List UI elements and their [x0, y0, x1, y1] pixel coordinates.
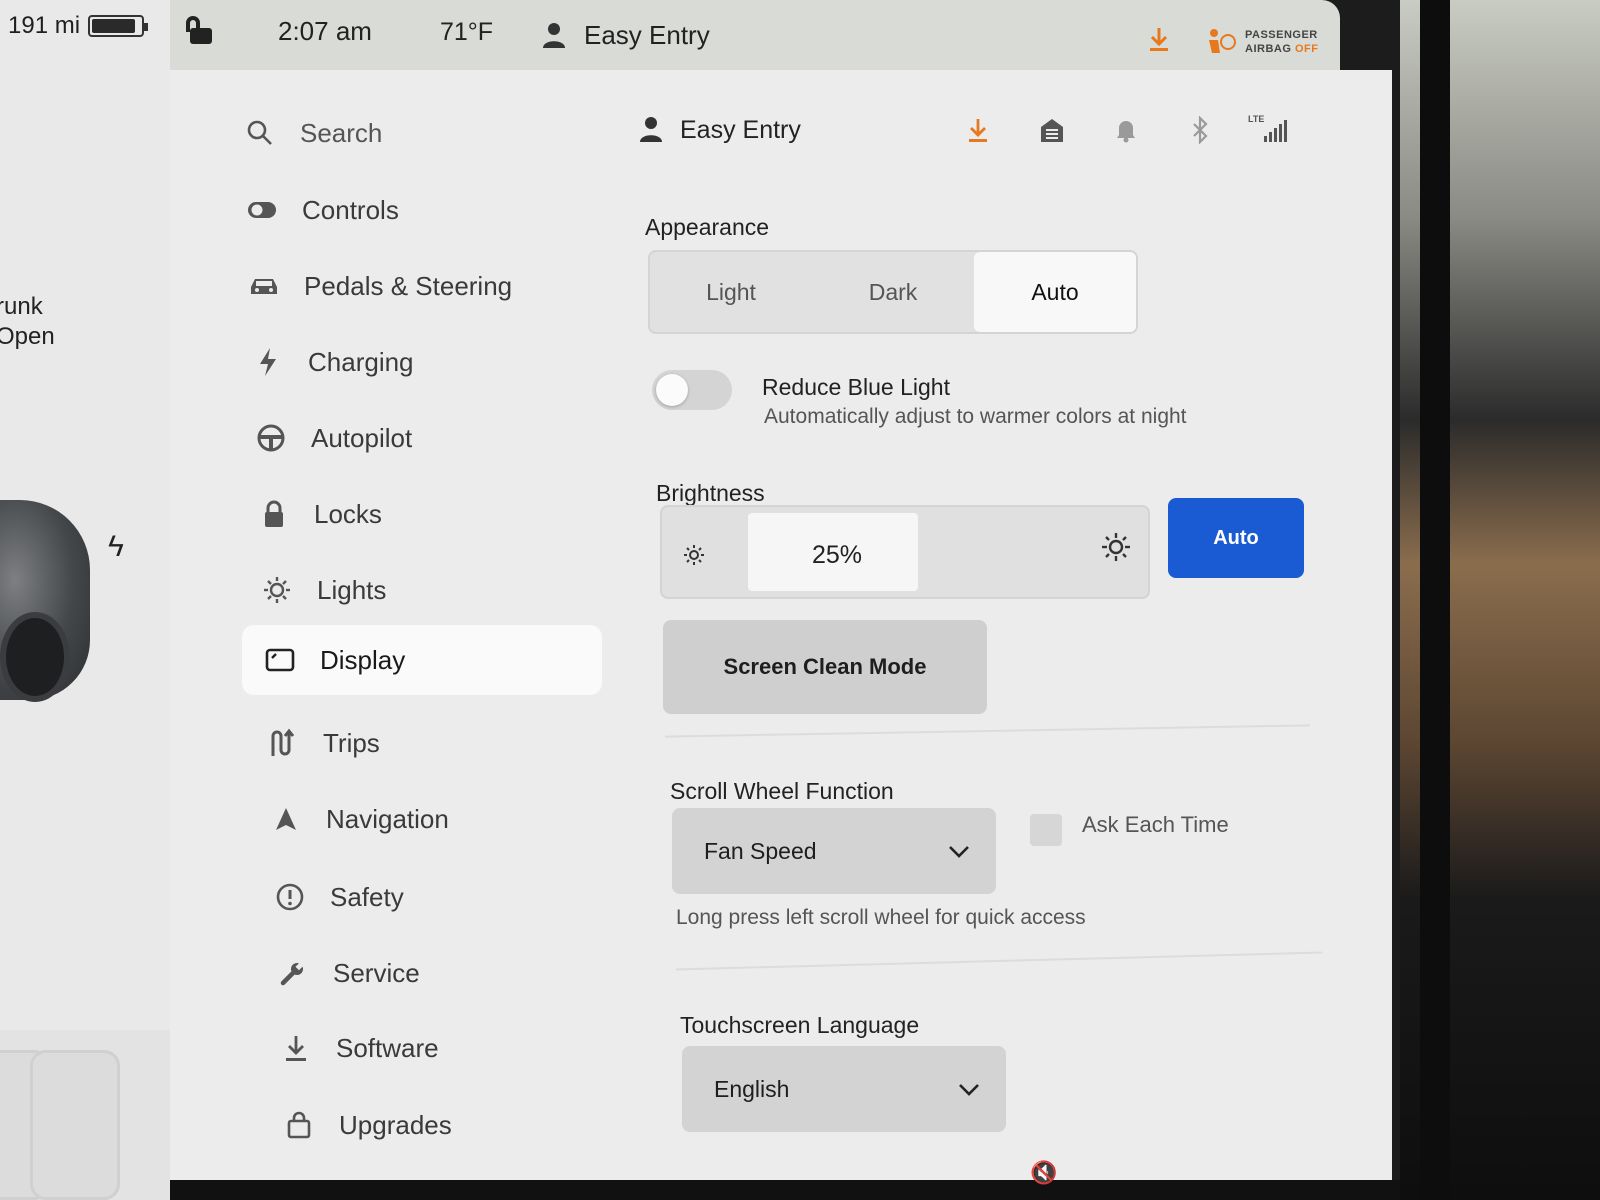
car-interior-background: [1400, 0, 1600, 1200]
sidebar-item-label: Safety: [330, 881, 404, 912]
screen-clean-mode-button[interactable]: Screen Clean Mode: [663, 620, 987, 714]
appearance-selector: Light Dark Auto: [648, 250, 1138, 334]
car-wheel: [0, 612, 70, 702]
unlock-icon[interactable]: [186, 16, 212, 44]
download-icon[interactable]: [1148, 26, 1170, 55]
shopping-bag-icon: [281, 1107, 317, 1143]
sidebar-item-label: Locks: [314, 498, 382, 529]
clock: 2:07 am: [278, 16, 372, 46]
charge-port-bolt-icon[interactable]: ϟ: [108, 530, 124, 564]
bluetooth-icon[interactable]: [1184, 114, 1216, 146]
sidebar-item-label: Lights: [317, 574, 387, 605]
sidebar-item-display[interactable]: Display: [242, 625, 602, 695]
download-icon: [278, 1030, 314, 1066]
sidebar-item-label: Charging: [308, 346, 414, 377]
bell-icon[interactable]: [1110, 114, 1142, 146]
sidebar-item-autopilot[interactable]: Autopilot: [253, 403, 412, 473]
sidebar-item-charging[interactable]: Charging: [250, 327, 414, 397]
sidebar-item-label: Display: [320, 644, 406, 675]
reduce-blue-light-toggle[interactable]: [652, 370, 732, 410]
trunk-state: Open: [0, 323, 55, 350]
display-icon: [262, 642, 298, 678]
profile-icon[interactable]: [542, 22, 566, 53]
outside-temperature: 71°F: [440, 18, 494, 46]
appearance-option-auto[interactable]: Auto: [974, 252, 1136, 332]
sidebar-item-label: Controls: [302, 194, 399, 225]
language-label: Touchscreen Language: [680, 1012, 920, 1038]
sidebar-item-pedals-steering[interactable]: Pedals & Steering: [246, 251, 512, 321]
brightness-low-icon: [682, 543, 706, 572]
brightness-auto-button[interactable]: Auto: [1168, 498, 1304, 578]
language-selected: English: [714, 1075, 790, 1102]
scroll-wheel-label: Scroll Wheel Function: [670, 778, 894, 804]
profile-icon[interactable]: [640, 116, 662, 147]
scroll-wheel-dropdown[interactable]: Fan Speed: [672, 808, 996, 894]
scroll-wheel-hint: Long press left scroll wheel for quick a…: [676, 906, 1086, 929]
ask-each-time-label: Ask Each Time: [1082, 812, 1229, 837]
status-bar: 2:07 am 71°F Easy Entry PASSENGER AIRBAG…: [170, 0, 1340, 70]
bolt-icon: [250, 344, 286, 380]
wrench-icon: [275, 955, 311, 991]
screen-bottom-bezel: [170, 1180, 1400, 1200]
ask-each-time-checkbox[interactable]: [1030, 814, 1062, 846]
lte-signal-icon: LTE: [1248, 114, 1292, 146]
trunk-status[interactable]: runk Open: [0, 292, 55, 352]
language-dropdown[interactable]: English: [682, 1046, 1006, 1132]
search-label: Search: [300, 117, 383, 148]
lock-icon: [256, 496, 292, 532]
download-icon[interactable]: [962, 114, 994, 146]
sidebar-item-locks[interactable]: Locks: [256, 479, 382, 549]
search-icon: [242, 115, 278, 151]
sidebar-item-navigation[interactable]: Navigation: [268, 784, 449, 854]
chevron-down-icon: [948, 838, 970, 865]
appearance-label: Appearance: [645, 214, 770, 240]
sidebar-item-label: Upgrades: [339, 1109, 452, 1140]
steering-wheel-icon: [253, 420, 289, 456]
garage-icon[interactable]: [1036, 114, 1068, 146]
sidebar-item-label: Software: [336, 1032, 439, 1063]
navigation-arrow-icon: [268, 801, 304, 837]
toggle-icon: [244, 192, 280, 228]
sidebar-item-trips[interactable]: Trips: [265, 708, 380, 778]
trips-icon: [265, 725, 301, 761]
brightness-slider[interactable]: 25%: [660, 505, 1150, 599]
passenger-airbag-status: PASSENGER AIRBAG OFF: [1245, 29, 1319, 55]
range-readout: 191 mi: [8, 12, 81, 39]
sidebar-item-label: Pedals & Steering: [304, 270, 513, 301]
brightness-high-icon: [1100, 531, 1132, 568]
sidebar-item-label: Trips: [323, 727, 380, 758]
trunk-label: runk: [0, 293, 43, 320]
battery-icon: [88, 15, 148, 37]
chevron-down-icon: [958, 1076, 980, 1103]
alert-circle-icon: [272, 879, 308, 915]
airbag-icon: [1206, 28, 1236, 61]
search-button[interactable]: Search: [242, 98, 382, 168]
brightness-value: 25%: [812, 541, 863, 569]
car-icon: [246, 268, 282, 304]
appearance-option-dark[interactable]: Dark: [812, 252, 974, 332]
brightness-label: Brightness: [656, 480, 765, 506]
reduce-blue-light-title: Reduce Blue Light: [762, 374, 950, 400]
appearance-option-light[interactable]: Light: [650, 252, 812, 332]
sidebar-item-service[interactable]: Service: [275, 938, 420, 1008]
sidebar-item-upgrades[interactable]: Upgrades: [281, 1090, 452, 1160]
sidebar-item-label: Service: [333, 957, 420, 988]
scroll-wheel-selected: Fan Speed: [704, 837, 817, 864]
sidebar-item-lights[interactable]: Lights: [259, 555, 386, 625]
sidebar-item-safety[interactable]: Safety: [272, 862, 404, 932]
header-profile-name[interactable]: Easy Entry: [680, 116, 801, 145]
reduce-blue-light-description: Automatically adjust to warmer colors at…: [764, 405, 1187, 428]
sidebar-item-label: Navigation: [326, 803, 449, 834]
sun-icon: [259, 572, 295, 608]
sidebar-item-label: Autopilot: [311, 422, 413, 453]
volume-mute-icon[interactable]: 🔇: [1030, 1160, 1057, 1186]
profile-name[interactable]: Easy Entry: [584, 20, 710, 51]
sidebar-item-controls[interactable]: Controls: [244, 175, 399, 245]
sidebar-item-software[interactable]: Software: [278, 1013, 439, 1083]
